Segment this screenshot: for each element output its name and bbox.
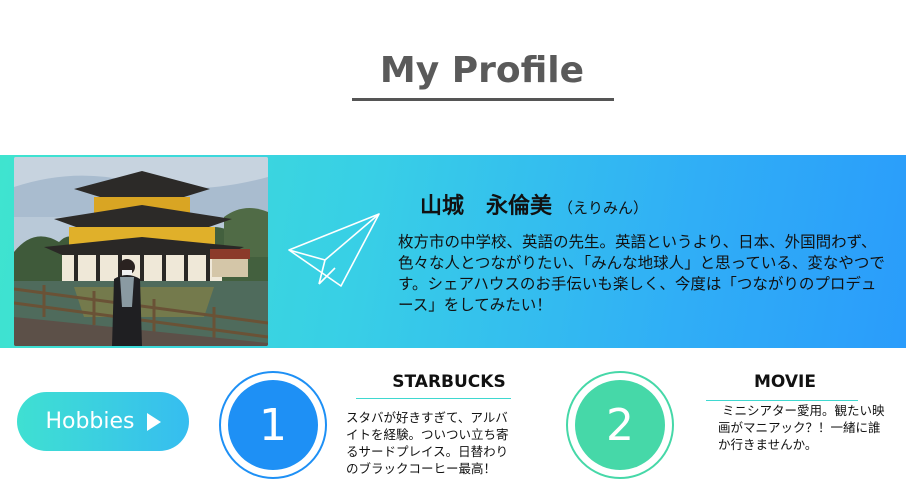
hobby-1-title: STARBUCKS	[392, 372, 506, 392]
profile-photo	[14, 157, 268, 346]
hobbies-button-label: Hobbies	[45, 409, 135, 434]
hobby-1-text: スタバが好きすぎて、アルバイトを経験。ついつい立ち寄るサードプレイス。日替わりの…	[346, 410, 509, 476]
hobby-2-number: 2	[575, 380, 665, 470]
profile-name: 山城 永倫美 （えりみん）	[420, 188, 648, 220]
name-reading: （えりみん）	[558, 199, 649, 217]
hobby-1-circle: 1	[219, 371, 327, 479]
hobby-2-title: MOVIE	[753, 372, 816, 392]
paper-plane-icon	[288, 213, 380, 287]
title-underline	[352, 98, 614, 101]
hobby-1-divider	[356, 398, 511, 399]
name-text: 山城 永倫美	[420, 194, 553, 219]
profile-bio: 枚方市の中学校、英語の先生。英語というより、日本、外国問わず、色々な人とつながり…	[398, 233, 885, 314]
play-triangle-icon	[146, 412, 161, 431]
page-title: My Profile	[379, 50, 585, 91]
hobby-1-number: 1	[228, 380, 318, 470]
hobbies-button[interactable]: Hobbies	[17, 392, 189, 451]
hobby-2-circle: 2	[566, 371, 674, 479]
hobby-2-text: ミニシアター愛用。観たい映画がマニアック？！一緒に誰か行きませんか。	[718, 403, 885, 452]
hobby-2-divider	[706, 400, 858, 401]
